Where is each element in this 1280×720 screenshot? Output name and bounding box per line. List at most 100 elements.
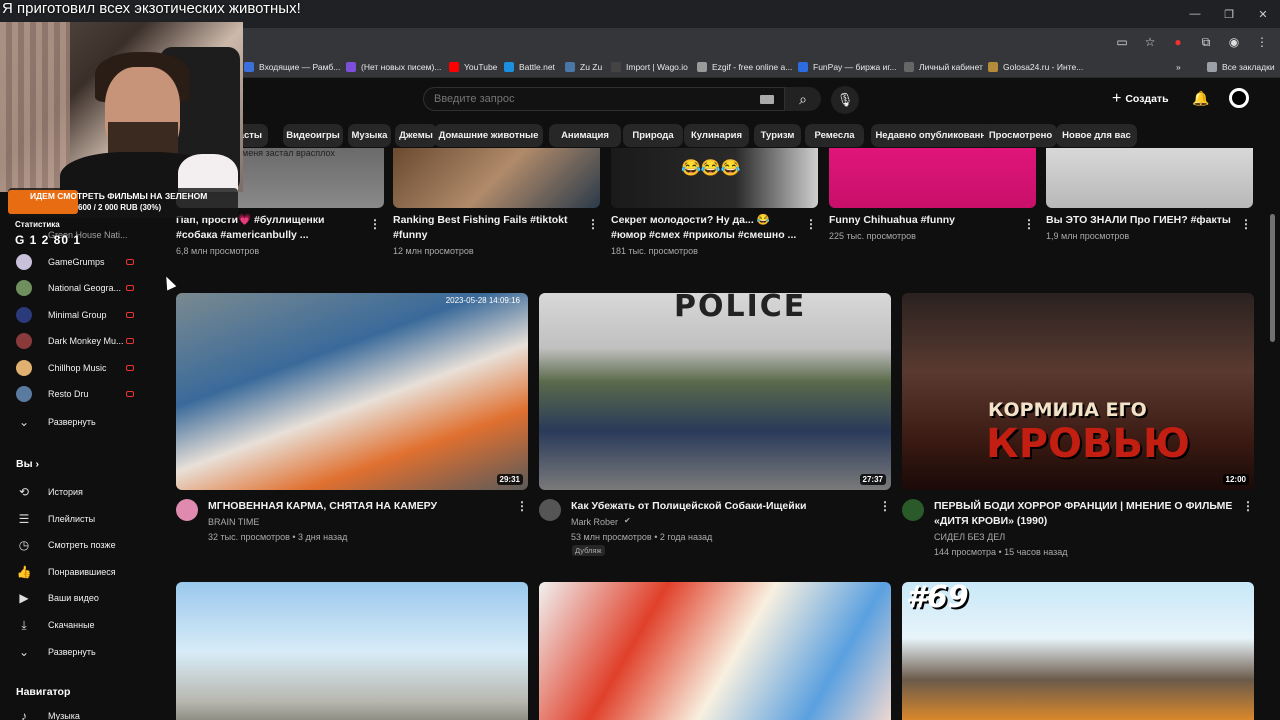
webcam-cat-sticker [178,154,238,192]
bookmark-item[interactable]: Battle.net [504,59,555,75]
channel-avatar [16,280,32,296]
account-avatar[interactable] [1229,88,1249,108]
bookmark-item[interactable]: Golosa24.ru - Инте... [988,59,1083,75]
bookmark-item[interactable]: (Нет новых писем)... [346,59,441,75]
extensions-puzzle-icon[interactable]: ⧉ [1198,34,1214,50]
cast-icon[interactable]: ▭ [1114,34,1130,50]
video-more-options-icon[interactable]: ⋮ [1240,217,1252,231]
video-thumbnail[interactable] [393,148,600,208]
chip-4[interactable]: Домашние животные [434,124,543,147]
video-thumbnail[interactable] [829,148,1036,208]
video-title[interactable]: #юмор #смех #приколы #смешно ... [611,228,796,242]
bookmark-item[interactable]: Ezgif - free online a... [697,59,792,75]
video-more-options-icon[interactable]: ⋮ [879,499,891,513]
video-title[interactable]: «ДИТЯ КРОВИ» (1990) [934,514,1047,528]
sidebar-you-item[interactable]: ⌄ Развернуть [0,639,160,665]
sidebar-channel[interactable]: GameGrumps [0,249,160,275]
restore-button[interactable]: ❐ [1212,0,1246,28]
sidebar-channel[interactable]: National Geogra... [0,275,160,301]
minimize-button[interactable]: — [1178,0,1212,28]
create-button[interactable]: + Создать [1112,88,1169,110]
sidebar-you-label: Ваши видео [48,593,99,603]
extension-red-icon[interactable]: ● [1170,34,1186,50]
video-thumbnail[interactable]: #69 [902,582,1254,720]
sidebar-you-item[interactable]: ☰ Плейлисты [0,506,160,532]
channel-avatar[interactable] [539,499,561,521]
video-thumbnail[interactable] [539,582,891,720]
search-input[interactable] [434,93,734,105]
search-box[interactable] [423,87,785,111]
chip-8[interactable]: Туризм [754,124,801,147]
all-bookmarks-button[interactable]: Все закладки [1207,59,1275,75]
video-more-options-icon[interactable]: ⋮ [1242,499,1254,513]
close-button[interactable]: ✕ [1246,0,1280,28]
video-title[interactable]: Funny Chihuahua #funny [829,213,955,227]
bookmarks-overflow-button[interactable]: » [1176,59,1181,75]
video-thumbnail[interactable] [1046,148,1253,208]
video-title[interactable]: #собака #americanbully ... [176,228,309,242]
notifications-bell-icon[interactable]: 🔔 [1192,90,1209,107]
chip-6[interactable]: Природа [623,124,683,147]
video-title[interactable]: Ranking Best Fishing Fails #tiktokt [393,213,567,227]
video-thumbnail[interactable]: 😂😂😂 [611,148,818,208]
video-more-options-icon[interactable]: ⋮ [516,499,528,513]
menu-kebab-icon[interactable]: ⋮ [1254,34,1270,50]
video-title[interactable]: Вы ЭТО ЗНАЛИ Про ГИЕН? #факты [1046,213,1231,227]
thumbnail-police-text: POLICE [674,293,807,324]
video-title[interactable]: #funny [393,228,427,242]
sidebar-you-heading[interactable]: Вы › [16,458,39,470]
sidebar-channel[interactable]: Chillhop Music [0,355,160,381]
history-icon: ⟲ [18,485,30,499]
chip-5[interactable]: Анимация [549,124,621,147]
video-channel-name[interactable]: BRAIN TIME [208,515,259,529]
bookmark-item[interactable]: Входящие — Рамб... [244,59,340,75]
sidebar-you-item[interactable]: 👍 Понравившиеся [0,559,160,585]
chevron-right-icon: › [32,458,39,470]
sidebar-you-item[interactable]: ⤓ Скачанные [0,612,160,638]
video-thumbnail[interactable] [176,582,528,720]
video-title[interactable]: ПЕРВЫЙ БОДИ ХОРРОР ФРАНЦИИ | МНЕНИЕ О ФИ… [934,499,1232,513]
sidebar-navigator-item[interactable]: ♪ Музыка [0,703,160,720]
video-thumbnail[interactable]: КОРМИЛА ЕГО КРОВЬЮ 12:00 [902,293,1254,490]
bookmark-item[interactable]: Zu Zu [565,59,602,75]
channel-avatar[interactable] [176,499,198,521]
sidebar-channel[interactable]: Resto Dru [0,381,160,407]
sidebar-you-item[interactable]: ⟲ История [0,479,160,505]
video-more-options-icon[interactable]: ⋮ [369,217,381,231]
sidebar-you-item[interactable]: ◷ Смотреть позже [0,532,160,558]
chip-3[interactable]: Джемы [395,124,437,147]
channel-avatar[interactable] [902,499,924,521]
video-title[interactable]: Секрет молодости? Ну да... 😂 [611,213,770,227]
bookmark-item[interactable]: Личный кабинет [904,59,983,75]
sidebar-channel[interactable]: Dark Monkey Mu... [0,328,160,354]
video-channel-name[interactable]: Mark Rober [571,515,618,529]
video-more-options-icon[interactable]: ⋮ [587,217,599,231]
sidebar-expand-channels[interactable]: ⌄ Развернуть [0,409,160,435]
video-title[interactable]: Как Убежать от Полицейской Собаки-Ищейки [571,499,806,513]
bookmark-item[interactable]: Import | Wago.io [611,59,688,75]
sidebar-channel[interactable]: Minimal Group [0,302,160,328]
video-title[interactable]: МГНОВЕННАЯ КАРМА, СНЯТАЯ НА КАМЕРУ [208,499,437,513]
chip-9[interactable]: Ремесла [805,124,864,147]
chip-1[interactable]: Видеоигры [283,124,343,147]
bookmark-star-icon[interactable]: ☆ [1142,34,1158,50]
sidebar-you-item[interactable]: ▶ Ваши видео [0,585,160,611]
video-more-options-icon[interactable]: ⋮ [1023,217,1035,231]
video-thumbnail[interactable]: POLICE 27:37 [539,293,891,490]
chip-12[interactable]: Новое для вас [1056,124,1137,147]
sidebar-you-label: Скачанные [48,620,95,630]
chip-11[interactable]: Просмотрено [984,124,1057,147]
voice-search-button[interactable]: 🎙 [831,86,859,114]
search-button[interactable]: ⌕ [785,87,821,111]
verified-icon: ✔ [624,516,631,525]
bookmark-item[interactable]: YouTube [449,59,497,75]
chip-2[interactable]: Музыка [348,124,391,147]
video-channel-name[interactable]: СИДЕЛ БЕЗ ДЕЛ [934,530,1005,544]
scrollbar[interactable] [1270,214,1275,342]
keyboard-icon[interactable] [760,95,774,104]
video-thumbnail[interactable]: 2023-05-28 14:09:16 29:31 [176,293,528,490]
chip-7[interactable]: Кулинария [684,124,749,147]
video-more-options-icon[interactable]: ⋮ [805,217,817,231]
bookmark-item[interactable]: FunPay — биржа иг... [798,59,897,75]
profile-icon[interactable]: ◉ [1226,34,1242,50]
